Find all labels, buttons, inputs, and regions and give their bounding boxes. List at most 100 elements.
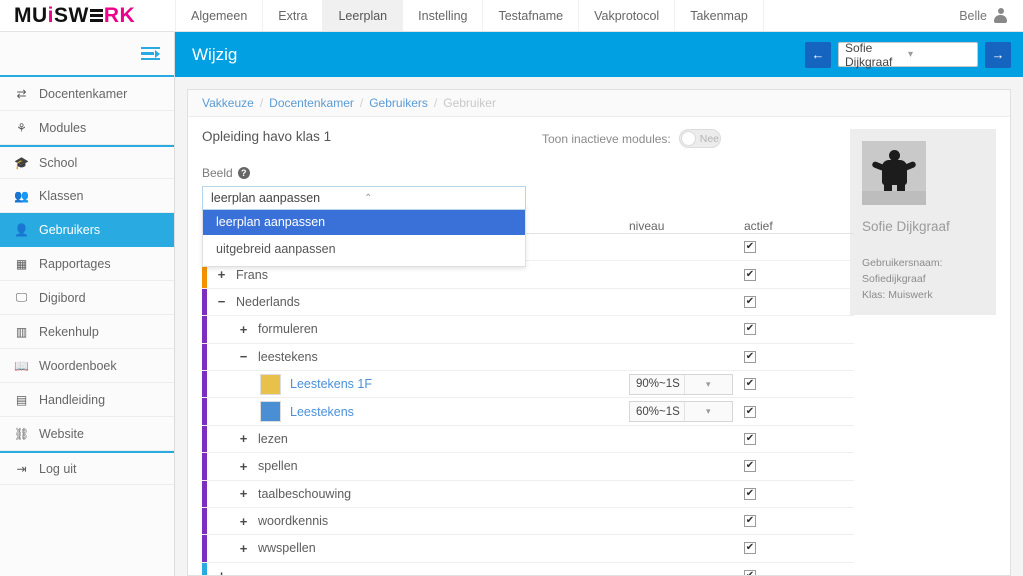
row-name-cell: Leestekens — [202, 401, 629, 423]
sidebar-item-label: Handleiding — [39, 392, 106, 407]
row-niveau-cell: 90%~1S ▾ — [629, 373, 744, 395]
table-row[interactable]: + woordkennis ✔ — [202, 507, 854, 536]
app-logo[interactable]: MU i SW RK — [0, 0, 175, 31]
actief-checkbox[interactable]: ✔ — [744, 268, 756, 281]
graduation-cap-icon: 🎓 — [14, 155, 29, 170]
actief-checkbox[interactable]: ✔ — [744, 569, 756, 575]
sidebar-item-digibord[interactable]: 🖵 Digibord — [0, 281, 174, 315]
expand-node-icon[interactable]: + — [238, 459, 249, 474]
niveau-select[interactable]: 60%~1S ▾ — [629, 401, 733, 423]
row-actief-cell: ✔ — [744, 378, 854, 391]
row-actief-cell: ✔ — [744, 432, 854, 445]
sidebar-item-gebruikers[interactable]: 👤 Gebruikers — [0, 213, 174, 247]
sidebar-item-docentenkamer[interactable]: ⇄ Docentenkamer — [0, 77, 174, 111]
sidebar-item-website[interactable]: ⛓ Website — [0, 417, 174, 451]
breadcrumb-item-docentenkamer[interactable]: Docentenkamer — [269, 96, 354, 110]
table-row[interactable]: + formuleren ✔ — [202, 316, 854, 344]
collapse-node-icon[interactable]: − — [216, 294, 227, 309]
sidebar-item-klassen[interactable]: 👥 Klassen — [0, 179, 174, 213]
expand-node-icon[interactable]: + — [238, 486, 249, 501]
sidebar-item-label: School — [39, 155, 78, 170]
module-link[interactable]: Leestekens — [290, 405, 354, 419]
niveau-select[interactable]: 90%~1S ▾ — [629, 373, 733, 395]
sidebar-item-label: Website — [39, 426, 84, 441]
exchange-icon: ⇄ — [16, 86, 27, 101]
sidebar-item-rapportages[interactable]: ▦ Rapportages — [0, 247, 174, 281]
expand-node-icon[interactable]: + — [238, 322, 249, 337]
expand-node-icon[interactable]: + — [238, 514, 249, 529]
opleiding-title: Opleiding havo klas 1 — [202, 129, 332, 144]
actief-checkbox[interactable]: ✔ — [744, 542, 756, 555]
breadcrumb-item-gebruikers[interactable]: Gebruikers — [369, 96, 428, 110]
row-actief-cell: ✔ — [744, 542, 854, 555]
table-row[interactable]: − Nederlands ✔ — [202, 288, 854, 317]
nav-item-instelling[interactable]: Instelling — [403, 0, 484, 31]
table-row[interactable]: + lezen ✔ — [202, 425, 854, 454]
collapse-node-icon[interactable]: − — [238, 349, 249, 364]
actief-checkbox[interactable]: ✔ — [744, 515, 756, 528]
node-label: wwspellen — [258, 541, 316, 556]
sidebar-item-log-uit[interactable]: ⇥ Log uit — [0, 451, 174, 485]
table-row[interactable]: + ✔ — [202, 562, 854, 575]
inactive-modules-toggle[interactable]: Nee — [678, 129, 721, 148]
beeld-select[interactable]: leerplan aanpassen ⌃ — [202, 186, 526, 210]
table-row[interactable]: Leestekens 1F 90%~1S ▾ ✔ — [202, 370, 854, 399]
row-name-cell: + woordkennis — [202, 514, 629, 529]
row-color-bar — [202, 288, 207, 316]
breadcrumb: Vakkeuze / Docentenkamer / Gebruikers / … — [188, 90, 1010, 117]
next-user-button[interactable]: → — [985, 41, 1011, 68]
module-link[interactable]: Leestekens 1F — [290, 377, 372, 391]
table-row[interactable]: + taalbeschouwing ✔ — [202, 480, 854, 508]
expand-node-icon[interactable]: + — [216, 267, 227, 282]
beeld-select-value: leerplan aanpassen — [211, 191, 321, 205]
row-name-cell: + lezen — [202, 431, 629, 446]
row-color-bar — [202, 316, 207, 343]
module-thumbnail — [260, 373, 281, 395]
actief-checkbox[interactable]: ✔ — [744, 432, 756, 445]
page-title: Wijzig — [192, 44, 238, 64]
nav-item-testafname[interactable]: Testafname — [483, 0, 580, 31]
sidebar-item-woordenboek[interactable]: 📖 Woordenboek — [0, 349, 174, 383]
row-actief-cell: ✔ — [744, 268, 854, 281]
actief-checkbox[interactable]: ✔ — [744, 487, 756, 500]
node-label: lezen — [258, 431, 288, 446]
nav-item-leerplan[interactable]: Leerplan — [323, 0, 404, 31]
actief-checkbox[interactable]: ✔ — [744, 323, 756, 336]
table-row[interactable]: − leestekens ✔ — [202, 343, 854, 371]
beeld-option-leerplan-aanpassen[interactable]: leerplan aanpassen — [203, 208, 525, 235]
actief-checkbox[interactable]: ✔ — [744, 350, 756, 363]
table-row[interactable]: + spellen ✔ — [202, 453, 854, 481]
node-label: formuleren — [258, 322, 318, 337]
user-select[interactable]: Sofie Dijkgraaf ▾ — [838, 41, 978, 69]
expand-node-icon[interactable]: + — [238, 541, 249, 556]
actief-checkbox[interactable]: ✔ — [744, 378, 756, 391]
actief-checkbox[interactable]: ✔ — [744, 405, 756, 418]
sidebar-item-handleiding[interactable]: ▤ Handleiding — [0, 383, 174, 417]
user-menu[interactable]: Belle — [949, 0, 1023, 31]
nav-item-algemeen[interactable]: Algemeen — [175, 0, 264, 31]
nav-item-vakprotocol[interactable]: Vakprotocol — [579, 0, 676, 31]
help-icon[interactable]: ? — [237, 167, 250, 179]
sidebar-item-school[interactable]: 🎓 School — [0, 145, 174, 179]
sidebar-item-rekenhulp[interactable]: ▥ Rekenhulp — [0, 315, 174, 349]
nav-item-extra[interactable]: Extra — [263, 0, 324, 31]
sidebar-item-modules[interactable]: ⚘ Modules — [0, 111, 174, 145]
breadcrumb-separator: / — [259, 96, 264, 110]
logo-part-rk: RK — [103, 3, 136, 27]
table-row[interactable]: Leestekens 60%~1S ▾ ✔ — [202, 398, 854, 426]
beeld-option-uitgebreid-aanpassen[interactable]: uitgebreid aanpassen — [203, 235, 525, 262]
expand-node-icon[interactable]: + — [216, 568, 227, 575]
table-row[interactable]: + wwspellen ✔ — [202, 535, 854, 563]
previous-user-button[interactable]: ← — [805, 41, 831, 68]
actief-checkbox[interactable]: ✔ — [744, 295, 756, 308]
logo-part-sw: SW — [54, 3, 89, 27]
breadcrumb-item-vakkeuze[interactable]: Vakkeuze — [202, 96, 254, 110]
sidebar-collapse-button[interactable] — [0, 32, 174, 77]
sidebar-item-label: Gebruikers — [39, 222, 101, 237]
expand-node-icon[interactable]: + — [238, 431, 249, 446]
modules-icon: ⚘ — [16, 120, 27, 135]
nav-item-takenmap[interactable]: Takenmap — [675, 0, 764, 31]
actief-checkbox[interactable]: ✔ — [744, 241, 756, 254]
actief-checkbox[interactable]: ✔ — [744, 460, 756, 473]
user-card-column: Sofie Dijkgraaf Gebruikersnaam: Sofiedij… — [850, 129, 996, 316]
